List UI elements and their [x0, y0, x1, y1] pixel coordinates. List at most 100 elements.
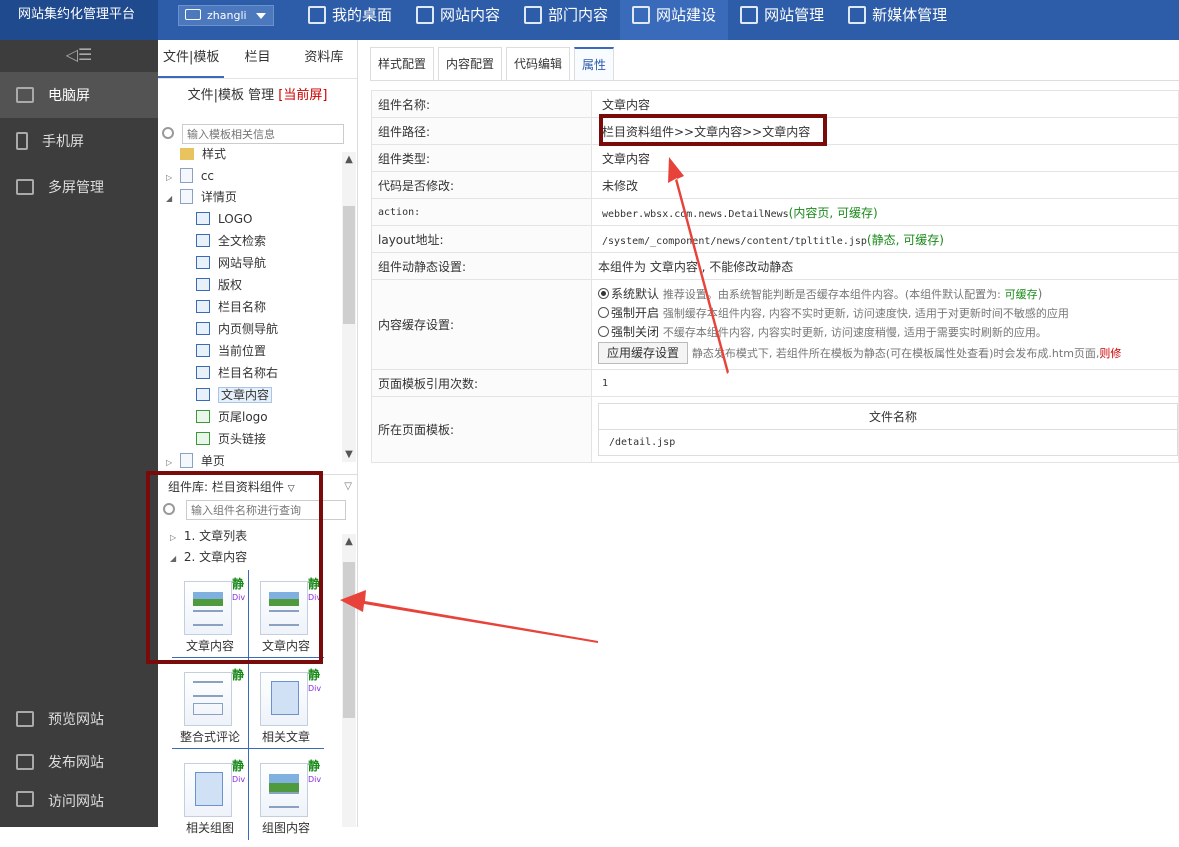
- tab-style-config[interactable]: 样式配置: [370, 47, 435, 80]
- tree-node-label: 样式: [202, 147, 227, 161]
- component-icon: [196, 234, 210, 247]
- sidebar-item-visit[interactable]: 访问网站: [0, 783, 158, 827]
- sidebar-item-label: 电脑屏: [48, 88, 90, 104]
- tab-file-template[interactable]: 文件|模板: [158, 40, 225, 78]
- sidebar-item-label: 发布网站: [48, 754, 104, 771]
- scroll-down-icon[interactable]: ▼: [343, 449, 355, 460]
- table-row: 页面模板引用次数: 1: [371, 369, 1179, 397]
- tree-node-comp[interactable]: LOGO: [196, 209, 252, 229]
- tree-scrollbar[interactable]: ▲ ▼: [342, 152, 356, 462]
- radio-label: 强制开启: [611, 306, 660, 320]
- sidebar-item-phone[interactable]: 手机屏: [0, 118, 158, 164]
- div-tag: Div: [308, 684, 322, 693]
- component-icon: [196, 212, 210, 225]
- static-badge: 静: [308, 668, 321, 682]
- scroll-up-icon[interactable]: ▲: [343, 154, 355, 165]
- collapse-toggle-icon[interactable]: ◢: [166, 189, 176, 209]
- highlight-box: [146, 471, 323, 664]
- chevron-down-icon[interactable]: ▽: [344, 475, 352, 499]
- cache-option-force-on[interactable]: 强制开启 强制缓存本组件内容, 内容不实时更新, 访问速度快, 适用于对更新时间…: [598, 304, 1178, 323]
- collapse-sidebar-button[interactable]: ◁☰: [0, 40, 158, 72]
- tree-node-comp[interactable]: 当前位置: [196, 341, 266, 361]
- scrollbar-thumb[interactable]: [343, 562, 355, 718]
- user-dropdown[interactable]: zhangli: [178, 5, 274, 26]
- tree-node-style[interactable]: 样式: [180, 144, 226, 164]
- tab-properties[interactable]: 属性: [574, 47, 615, 80]
- nav-label: 网站建设: [656, 6, 717, 24]
- action-value: webber.wbsx.com.news.DetailNews: [602, 208, 789, 220]
- tree-node-comp-selected[interactable]: 文章内容: [196, 385, 273, 405]
- div-tag: Div: [232, 775, 246, 784]
- related-article-icon: [260, 672, 308, 726]
- component-card[interactable]: 静 整合式评论: [172, 666, 248, 756]
- tab-content-config[interactable]: 内容配置: [438, 47, 503, 80]
- component-card[interactable]: 静 Div 组图内容: [248, 757, 324, 847]
- sidebar-item-multiscreen[interactable]: 多屏管理: [0, 164, 158, 210]
- monitor-gear-icon: [740, 6, 759, 24]
- cache-option-default[interactable]: 系统默认 推荐设置。由系统智能判断是否缓存本组件内容。(本组件默认配置为: 可缓…: [598, 285, 1178, 304]
- expand-toggle-icon[interactable]: ▷: [166, 168, 176, 188]
- cache-button-note-red: 则修: [1099, 347, 1122, 360]
- tree-node-comp[interactable]: 全文检索: [196, 231, 266, 251]
- property-label: 页面模板引用次数:: [371, 369, 592, 397]
- tree-node-comp[interactable]: 内页侧导航: [196, 319, 278, 339]
- nav-dept-content[interactable]: 部门内容: [512, 0, 620, 40]
- tree-node-single[interactable]: ▷ 单页: [166, 451, 225, 471]
- option-description: 不缓存本组件内容, 内容实时更新, 访问速度稍慢, 适用于需要实时刷新的应用。: [662, 326, 1047, 339]
- file-icon: [179, 189, 193, 204]
- template-panel: 文件|模板 栏目 资料库 文件|模板 管理 [当前屏] 样式 ▷ cc ◢ 详情…: [158, 40, 358, 840]
- tree-node-comp[interactable]: 栏目名称: [196, 297, 266, 317]
- property-label: 组件动静态设置:: [371, 252, 592, 280]
- tree-node-comp[interactable]: 页头链接: [196, 429, 266, 449]
- component-icon: [196, 300, 210, 313]
- component-green-icon: [196, 410, 210, 423]
- nav-label: 网站内容: [440, 6, 501, 24]
- build-icon: [632, 6, 651, 24]
- radio-unchecked-icon[interactable]: [598, 307, 609, 318]
- apply-cache-button[interactable]: 应用缓存设置: [598, 342, 689, 364]
- tree-node-comp[interactable]: 栏目名称右: [196, 363, 278, 383]
- related-gallery-icon: [184, 763, 232, 817]
- tree-node-comp[interactable]: 页尾logo: [196, 407, 268, 427]
- component-card[interactable]: 静 Div 相关组图: [172, 757, 248, 847]
- template-tree: 样式 ▷ cc ◢ 详情页 LOGO 全文检索 网站导航 版权 栏目名称 内页侧…: [158, 144, 338, 474]
- component-scrollbar[interactable]: ▲: [342, 534, 356, 827]
- component-icon: [196, 344, 210, 357]
- multi-screen-icon: [16, 179, 34, 195]
- expand-toggle-icon[interactable]: ▷: [166, 453, 176, 473]
- user-icon: [185, 9, 201, 20]
- tree-node-cc[interactable]: ▷ cc: [166, 166, 214, 186]
- sidebar-item-publish[interactable]: 发布网站: [0, 740, 158, 783]
- nav-new-media[interactable]: 新媒体管理: [836, 0, 959, 40]
- layout-note: (静态, 可缓存): [866, 232, 944, 247]
- sidebar-item-desktop[interactable]: 电脑屏: [0, 72, 158, 118]
- tab-library[interactable]: 资料库: [291, 40, 357, 78]
- tab-column[interactable]: 栏目: [224, 40, 290, 78]
- tab-code-edit[interactable]: 代码编辑: [506, 47, 571, 80]
- page-template-table: 文件名称 /detail.jsp: [598, 403, 1178, 456]
- nav-site-build[interactable]: 网站建设: [620, 0, 729, 40]
- dynamic-setting-value: 本组件为 文章内容 , 不能修改动静态: [591, 252, 1179, 280]
- component-green-icon: [196, 432, 210, 445]
- option-note: 可缓存: [1004, 288, 1038, 301]
- tree-node-comp[interactable]: 版权: [196, 275, 242, 295]
- component-icon: [196, 256, 210, 269]
- nav-site-content[interactable]: 网站内容: [404, 0, 512, 40]
- table-row: 组件动静态设置: 本组件为 文章内容 , 不能修改动静态: [371, 252, 1179, 280]
- component-icon: [196, 322, 210, 335]
- nav-site-manage[interactable]: 网站管理: [728, 0, 836, 40]
- radio-unchecked-icon[interactable]: [598, 326, 609, 337]
- template-search-input[interactable]: [182, 124, 344, 144]
- tree-node-detail[interactable]: ◢ 详情页: [166, 187, 237, 207]
- sidebar-item-preview[interactable]: 预览网站: [0, 697, 158, 740]
- comment-form-icon: [184, 672, 232, 726]
- component-card[interactable]: 静 Div 相关文章: [248, 666, 324, 756]
- ref-count-value: 1: [591, 369, 1179, 397]
- cache-option-force-off[interactable]: 强制关闭 不缓存本组件内容, 内容实时更新, 访问速度稍慢, 适用于需要实时刷新…: [598, 323, 1178, 342]
- nav-desktop[interactable]: 我的桌面: [296, 0, 404, 40]
- scrollbar-thumb[interactable]: [343, 206, 355, 324]
- tree-node-comp[interactable]: 网站导航: [196, 253, 266, 273]
- radio-checked-icon[interactable]: [598, 288, 609, 299]
- chevron-down-icon: [256, 13, 266, 19]
- scroll-up-icon[interactable]: ▲: [343, 536, 355, 547]
